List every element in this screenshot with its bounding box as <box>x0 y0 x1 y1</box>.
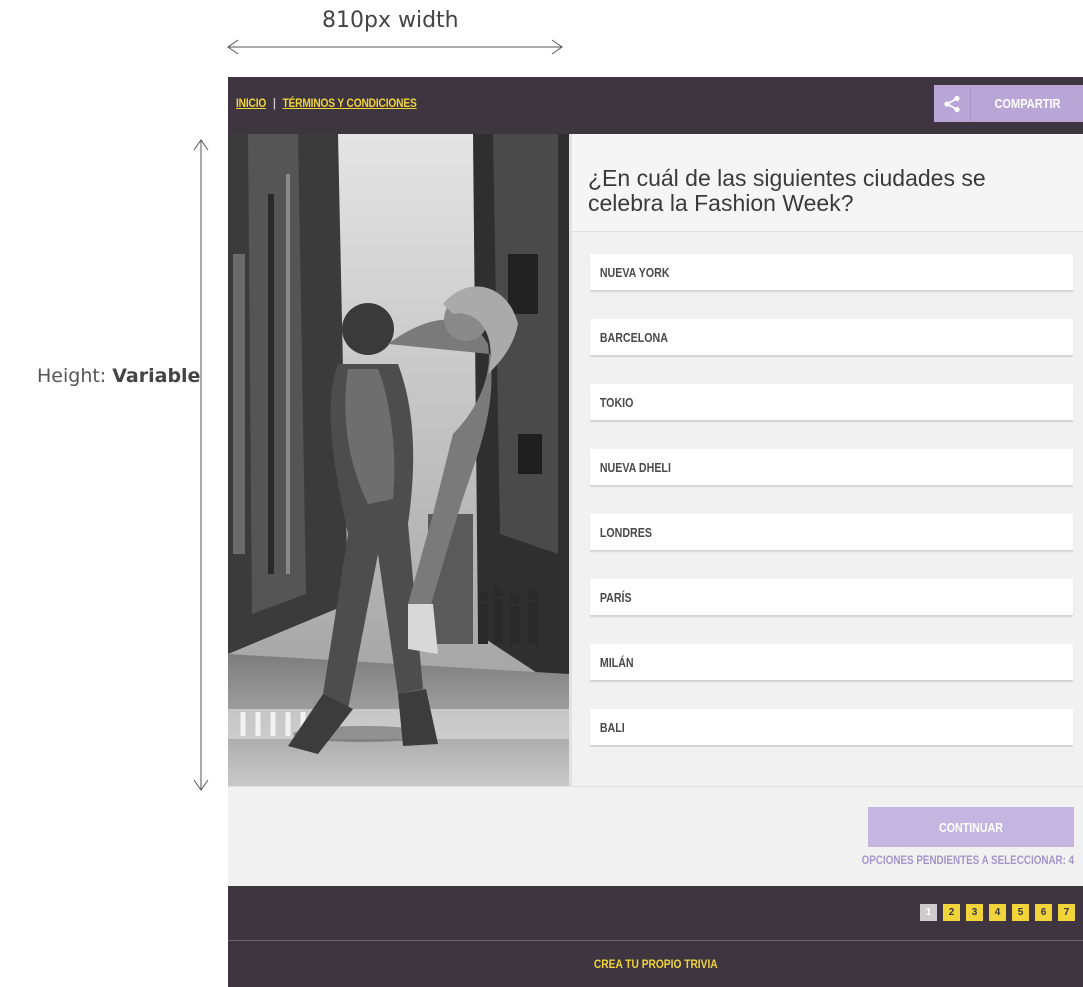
footer: CREA TU PROPIO TRIVIA <box>228 941 1083 987</box>
pending-options-text: OPCIONES PENDIENTES A SELECCIONAR: 4 <box>861 853 1074 867</box>
hero-photo <box>228 134 569 786</box>
question-header: ¿En cuál de las siguientes ciudades se c… <box>572 134 1083 232</box>
height-value: Variable <box>112 365 201 387</box>
top-bar: INICIO | TÉRMINOS Y CONDICIONES COMPARTIR <box>228 77 1083 134</box>
page-2[interactable]: 2 <box>943 904 960 921</box>
options-list: NUEVA YORK BARCELONA TOKIO NUEVA DHELI L… <box>590 254 1073 774</box>
share-label: COMPARTIR <box>994 96 1061 111</box>
option-nueva-york[interactable]: NUEVA YORK <box>590 254 1073 290</box>
option-label: BALI <box>599 719 625 735</box>
pagination-bar: 1 2 3 4 5 6 7 <box>228 886 1083 940</box>
share-button[interactable]: COMPARTIR <box>934 85 1083 122</box>
breadcrumb: INICIO | TÉRMINOS Y CONDICIONES <box>236 96 417 110</box>
option-label: NUEVA DHELI <box>599 459 671 475</box>
page-6[interactable]: 6 <box>1035 904 1052 921</box>
continue-button[interactable]: CONTINUAR <box>868 807 1074 847</box>
page-5[interactable]: 5 <box>1012 904 1029 921</box>
option-tokio[interactable]: TOKIO <box>590 384 1073 420</box>
option-bali[interactable]: BALI <box>590 709 1073 745</box>
page-1[interactable]: 1 <box>920 904 937 921</box>
height-annotation: Height: Variable <box>37 365 200 387</box>
share-icon <box>934 85 971 122</box>
option-label: BARCELONA <box>599 329 668 345</box>
pagination: 1 2 3 4 5 6 7 <box>920 904 1075 921</box>
terms-link[interactable]: TÉRMINOS Y CONDICIONES <box>282 96 416 110</box>
option-label: MILÁN <box>599 654 634 670</box>
option-milan[interactable]: MILÁN <box>590 644 1073 680</box>
width-annotation: 810px width <box>322 8 459 33</box>
page-3[interactable]: 3 <box>966 904 983 921</box>
page-4[interactable]: 4 <box>989 904 1006 921</box>
option-label: TOKIO <box>599 394 634 410</box>
nav-separator: | <box>272 96 276 110</box>
trivia-widget: INICIO | TÉRMINOS Y CONDICIONES COMPARTIR <box>228 77 1083 987</box>
option-londres[interactable]: LONDRES <box>590 514 1073 550</box>
option-barcelona[interactable]: BARCELONA <box>590 319 1073 355</box>
photo-couple-street-icon <box>228 134 569 786</box>
continue-label: CONTINUAR <box>939 819 1003 835</box>
option-label: LONDRES <box>599 524 652 540</box>
height-prefix: Height: <box>37 365 113 387</box>
option-paris[interactable]: PARÍS <box>590 579 1073 615</box>
create-trivia-link[interactable]: CREA TU PROPIO TRIVIA <box>594 957 718 971</box>
option-nueva-dheli[interactable]: NUEVA DHELI <box>590 449 1073 485</box>
width-arrow-icon <box>227 39 563 55</box>
question-text: ¿En cuál de las siguientes ciudades se c… <box>588 165 986 216</box>
section-divider <box>228 786 1083 787</box>
height-arrow-icon <box>193 139 209 791</box>
home-link[interactable]: INICIO <box>236 96 266 110</box>
option-label: PARÍS <box>599 589 632 605</box>
option-label: NUEVA YORK <box>599 264 670 280</box>
page-7[interactable]: 7 <box>1058 904 1075 921</box>
